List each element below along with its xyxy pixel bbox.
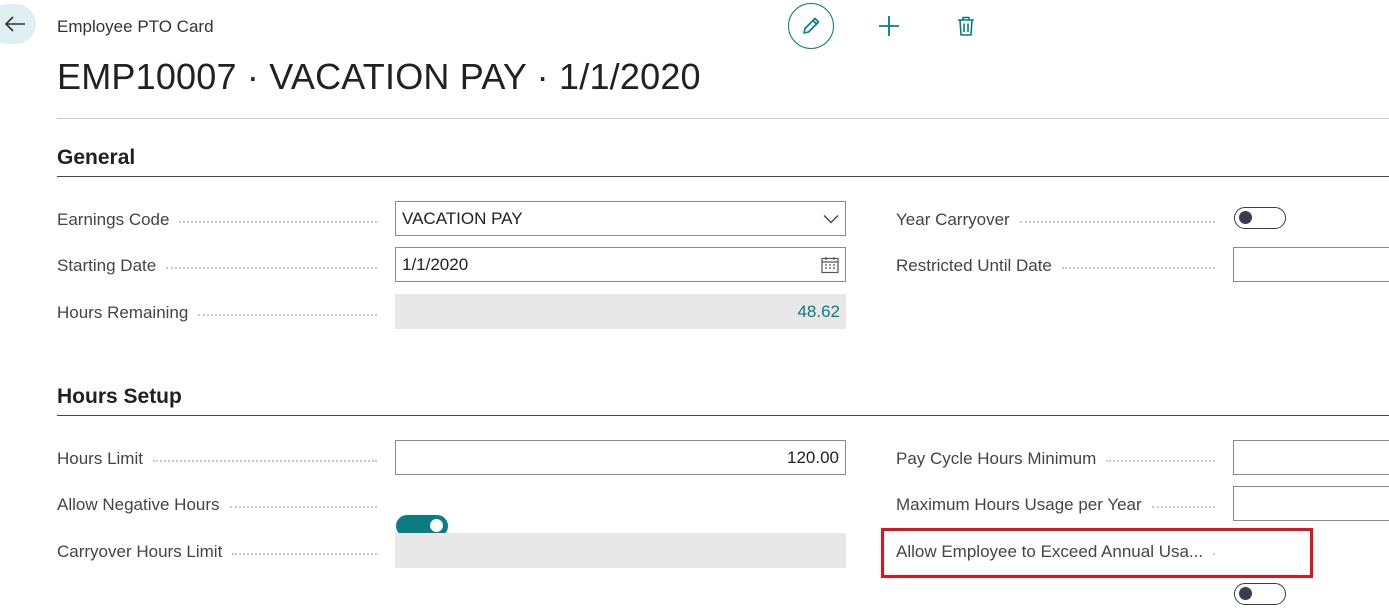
allow-negative-hours-label: Allow Negative Hours	[57, 493, 385, 517]
pay-cycle-hours-minimum-label: Pay Cycle Hours Minimum	[896, 447, 1223, 471]
starting-date-value: 1/1/2020	[402, 254, 469, 274]
hours-remaining-field[interactable]: 48.62	[395, 294, 846, 329]
hours-remaining-value[interactable]: 48.62	[401, 302, 840, 322]
hours-limit-field[interactable]: 120.00	[395, 440, 846, 475]
highlight-annotation	[881, 528, 1313, 578]
plus-icon	[879, 16, 899, 36]
earnings-code-value: VACATION PAY	[402, 208, 523, 228]
page-title: EMP10007 · VACATION PAY · 1/1/2020	[57, 56, 701, 97]
back-arrow-icon	[4, 16, 25, 32]
delete-button[interactable]	[950, 10, 982, 42]
chevron-down-icon	[823, 214, 839, 223]
section-title-hours-setup: Hours Setup	[57, 385, 182, 408]
max-hours-usage-label: Maximum Hours Usage per Year	[896, 493, 1223, 517]
year-carryover-toggle[interactable]	[1234, 207, 1286, 229]
edit-button[interactable]	[788, 3, 834, 49]
hours-remaining-label: Hours Remaining	[57, 301, 385, 325]
page-caption: Employee PTO Card	[57, 17, 214, 36]
year-carryover-label: Year Carryover	[896, 208, 1223, 232]
carryover-hours-limit-field[interactable]	[395, 533, 846, 568]
restricted-until-date-label: Restricted Until Date	[896, 254, 1223, 278]
pay-cycle-hours-minimum-field[interactable]	[1233, 440, 1389, 475]
section-divider-general	[57, 176, 1389, 177]
carryover-hours-limit-label: Carryover Hours Limit	[57, 540, 385, 564]
starting-date-label: Starting Date	[57, 254, 385, 278]
title-divider	[57, 118, 1389, 119]
restricted-until-date-field[interactable]	[1233, 247, 1389, 282]
new-button[interactable]	[873, 10, 905, 42]
hours-limit-value: 120.00	[787, 447, 839, 467]
calendar-icon[interactable]	[821, 256, 839, 274]
earnings-code-select[interactable]: VACATION PAY	[395, 201, 846, 236]
trash-icon	[958, 16, 974, 36]
section-divider-hours-setup	[57, 415, 1389, 416]
earnings-code-label: Earnings Code	[57, 208, 385, 232]
section-title-general: General	[57, 146, 136, 169]
max-hours-usage-field[interactable]	[1233, 486, 1389, 521]
hours-limit-label: Hours Limit	[57, 447, 385, 471]
allow-exceed-annual-usage-toggle[interactable]	[1234, 583, 1286, 605]
pencil-icon	[803, 17, 820, 34]
back-button[interactable]	[0, 4, 36, 44]
starting-date-field[interactable]: 1/1/2020	[395, 247, 846, 282]
